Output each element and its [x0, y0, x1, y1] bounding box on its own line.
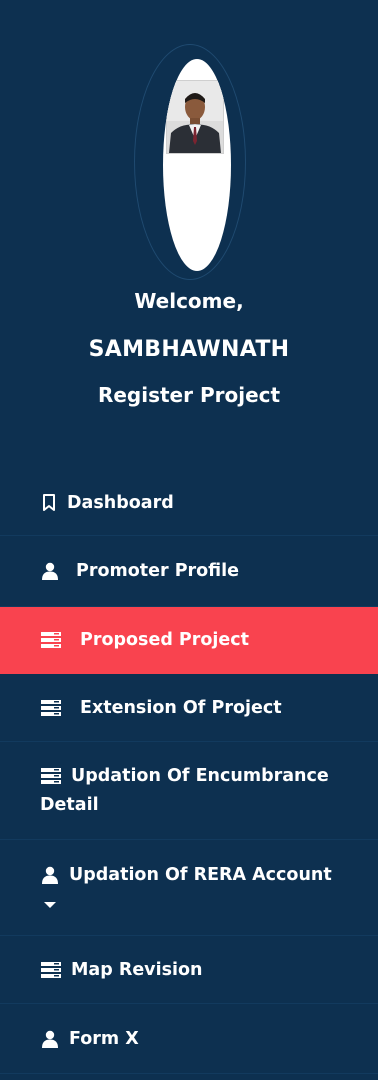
list-icon — [40, 699, 62, 716]
menu-item-proposed-project[interactable]: Proposed Project — [0, 607, 378, 674]
welcome-greeting: Welcome, — [134, 289, 244, 313]
list-icon — [40, 961, 62, 978]
menu-item-updation-of-encumbrance-detail[interactable]: Updation Of Encumbrance Detail — [0, 742, 378, 840]
menu-item-promoter-profile[interactable]: Promoter Profile — [0, 536, 378, 607]
list-icon — [40, 632, 62, 648]
user-icon — [40, 1030, 60, 1048]
menu-item-map-revision[interactable]: Map Revision — [0, 936, 378, 1004]
bookmark-icon — [40, 493, 58, 512]
profile-section: Welcome, SAMBHAWNATH Register Project — [0, 0, 378, 470]
profile-photo — [166, 80, 224, 154]
menu-item-label: Dashboard — [67, 492, 174, 513]
user-icon — [40, 866, 60, 884]
menu-item-label: Form X — [69, 1028, 139, 1049]
menu-item-dashboard[interactable]: Dashboard — [0, 470, 378, 536]
user-role: Register Project — [97, 383, 281, 407]
sidebar: Welcome, SAMBHAWNATH Register Project Da… — [0, 0, 378, 1080]
menu-item-form-x[interactable]: Form X — [0, 1004, 378, 1074]
chevron-down-icon[interactable] — [44, 902, 56, 908]
menu-item-label: Promoter Profile — [76, 561, 240, 581]
menu-item-label: Map Revision — [71, 959, 203, 980]
menu-item-updation-of-rera-account[interactable]: Updation Of RERA Account — [0, 840, 378, 936]
user-name: SAMBHAWNATH — [88, 337, 290, 362]
menu-item-extension-of-project[interactable]: Extension Of Project — [0, 674, 378, 742]
menu-item-label: Extension Of Project — [80, 697, 282, 718]
menu-item-label: Proposed Project — [80, 630, 250, 650]
menu-item-label: Updation Of RERA Account — [69, 865, 332, 885]
avatar — [163, 59, 231, 271]
sidebar-menu: Dashboard Promoter Profile Proposed Proj… — [0, 470, 378, 1074]
menu-item-label-continued: Detail — [40, 795, 99, 815]
menu-item-label: Updation Of Encumbrance — [71, 766, 329, 786]
user-icon — [40, 562, 60, 580]
list-icon — [40, 768, 62, 784]
